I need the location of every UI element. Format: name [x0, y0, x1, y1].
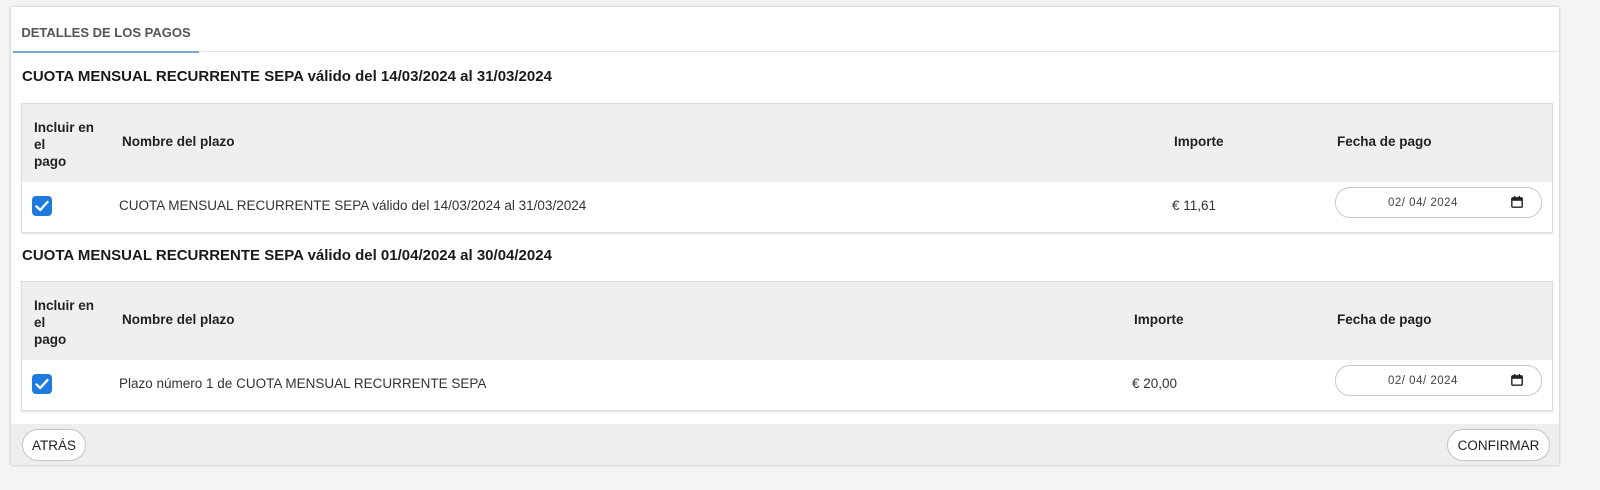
header-amount: Importe — [1174, 134, 1224, 149]
header-include-line: pago — [34, 154, 67, 169]
table-header: Incluir en el pago Nombre del plazo Impo… — [22, 104, 1552, 182]
include-checkbox[interactable] — [32, 196, 52, 216]
payments-table: Incluir en el pago Nombre del plazo Impo… — [21, 103, 1553, 233]
payment-date-input[interactable]: 02/ 04/ 2024 — [1335, 187, 1542, 218]
payment-date-value: 02/ 04/ 2024 — [1388, 197, 1458, 209]
tab-payment-details[interactable]: DETALLES DE LOS PAGOS — [13, 7, 199, 53]
calendar-icon[interactable] — [1511, 374, 1523, 386]
include-checkbox[interactable] — [32, 374, 52, 394]
table-row: Plazo número 1 de CUOTA MENSUAL RECURREN… — [22, 360, 1552, 410]
installment-name: CUOTA MENSUAL RECURRENTE SEPA válido del… — [119, 198, 587, 213]
footer-bar: ATRÁS CONFIRMAR — [11, 424, 1559, 465]
payments-table: Incluir en el pago Nombre del plazo Impo… — [21, 281, 1553, 411]
installment-amount: € 20,00 — [1132, 376, 1178, 391]
section-title: CUOTA MENSUAL RECURRENTE SEPA válido del… — [22, 247, 552, 264]
check-icon — [35, 378, 49, 390]
header-include-line: Incluir en — [34, 120, 95, 135]
confirm-button[interactable]: CONFIRMAR — [1447, 429, 1550, 461]
header-amount: Importe — [1134, 312, 1184, 327]
check-icon — [35, 200, 49, 212]
header-include: Incluir en el pago — [34, 119, 110, 170]
header-date: Fecha de pago — [1337, 312, 1432, 327]
header-date: Fecha de pago — [1337, 134, 1432, 149]
calendar-icon[interactable] — [1511, 196, 1523, 208]
back-button[interactable]: ATRÁS — [22, 429, 86, 461]
header-include-line: Incluir en — [34, 298, 95, 313]
header-include-line: el — [34, 315, 46, 330]
header-include-line: pago — [34, 332, 67, 347]
header-include-line: el — [34, 137, 46, 152]
payment-details-panel: DETALLES DE LOS PAGOS CUOTA MENSUAL RECU… — [11, 7, 1559, 465]
payment-date-value: 02/ 04/ 2024 — [1388, 375, 1458, 387]
header-name: Nombre del plazo — [122, 134, 235, 149]
header-name: Nombre del plazo — [122, 312, 235, 327]
table-header: Incluir en el pago Nombre del plazo Impo… — [22, 282, 1552, 360]
payment-date-input[interactable]: 02/ 04/ 2024 — [1335, 365, 1542, 396]
table-row: CUOTA MENSUAL RECURRENTE SEPA válido del… — [22, 182, 1552, 232]
installment-name: Plazo número 1 de CUOTA MENSUAL RECURREN… — [119, 376, 487, 391]
tab-bar: DETALLES DE LOS PAGOS — [11, 7, 1559, 53]
installment-amount: € 11,61 — [1172, 198, 1217, 213]
header-include: Incluir en el pago — [34, 297, 110, 348]
section-title: CUOTA MENSUAL RECURRENTE SEPA válido del… — [22, 68, 552, 85]
